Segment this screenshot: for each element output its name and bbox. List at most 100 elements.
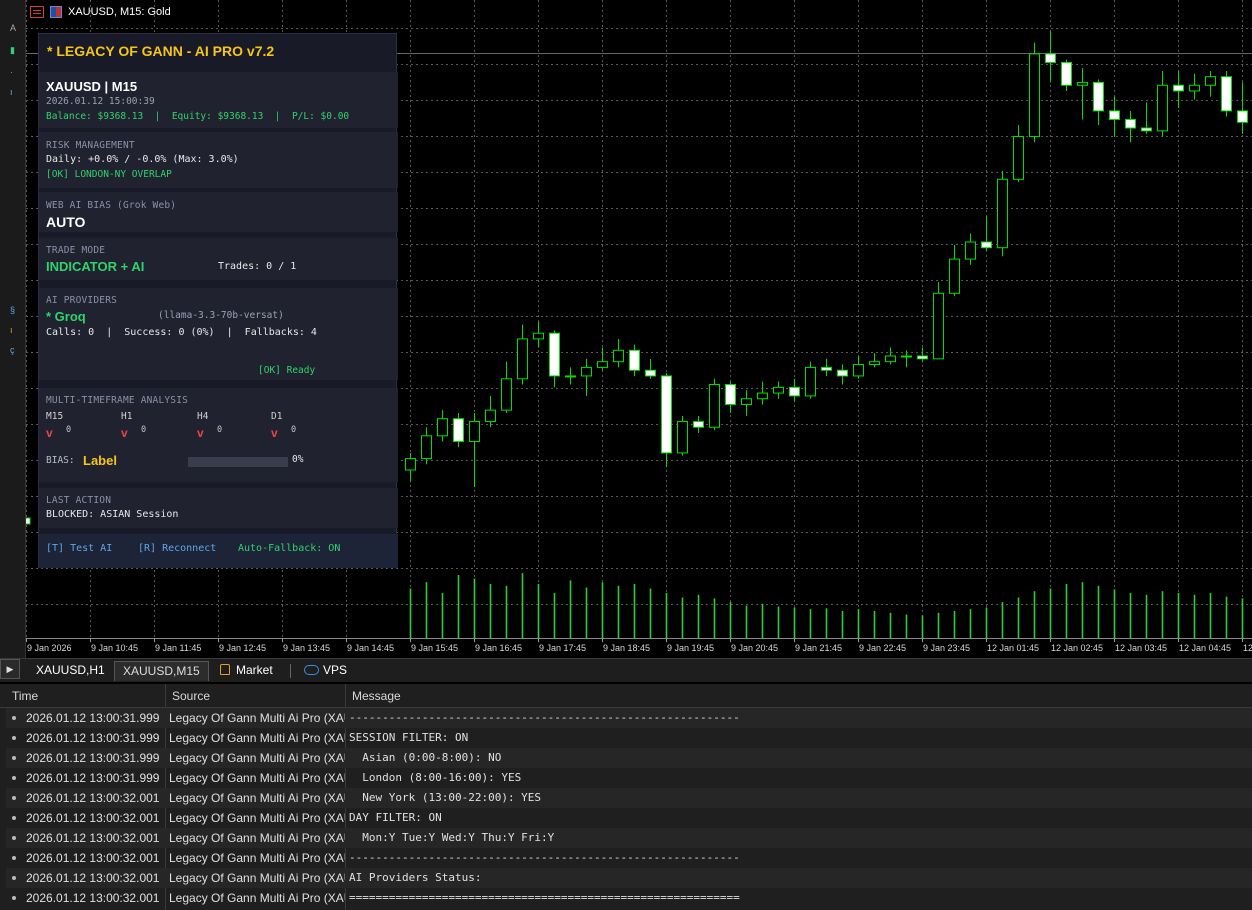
candle-body — [965, 241, 976, 260]
log-message: London (8:00-16:00): YES — [349, 771, 522, 784]
candle-body — [1093, 81, 1104, 112]
reconnect-button[interactable]: [R] Reconnect — [138, 543, 216, 554]
time-label: 9 Jan 20:45 — [731, 643, 778, 653]
candle — [661, 373, 672, 468]
col-time-header[interactable]: Time — [12, 689, 38, 703]
time-label: 12 Jan 04:45 — [1179, 643, 1231, 653]
log-time: 2026.01.12 13:00:31.999 — [26, 751, 160, 765]
candle-body — [1109, 110, 1120, 120]
time-label: 9 Jan 23:45 — [923, 643, 970, 653]
time-label: 9 Jan 15:45 — [411, 643, 458, 653]
log-row[interactable]: 2026.01.12 13:00:32.001 Legacy Of Gann Mu… — [6, 888, 1252, 908]
log-time: 2026.01.12 13:00:32.001 — [26, 791, 160, 805]
candle-body — [1141, 127, 1152, 132]
candle — [581, 358, 592, 396]
mtf-bias-label: BIAS: — [46, 455, 75, 466]
col-source-header[interactable]: Source — [172, 689, 210, 703]
mtf-signal-icon: v — [197, 426, 204, 440]
candle — [677, 415, 688, 456]
provider-model: (llama-3.3-70b-versat) — [158, 310, 284, 321]
candle-body — [517, 338, 528, 380]
candle-body — [645, 369, 656, 377]
candle-body — [421, 435, 432, 460]
nav-marker-icon: ı — [10, 325, 13, 335]
candle-body — [533, 332, 544, 340]
candle — [1029, 42, 1040, 143]
candle — [949, 244, 960, 297]
panel-title: * LEGACY OF GANN - AI PRO v7.2 — [47, 43, 275, 59]
log-source: Legacy Of Gann Multi Ai Pro (XAUUSD,M15) — [169, 791, 345, 805]
bias-label: WEB AI BIAS (Grok Web) — [46, 200, 177, 211]
candle-body — [405, 458, 416, 471]
tab-xauusd-m15[interactable]: XAUUSD,M15 — [114, 661, 209, 681]
time-label: 12 Jan 02:45 — [1051, 643, 1103, 653]
tab-vps[interactable]: VPS — [296, 661, 355, 681]
log-source: Legacy Of Gann Multi Ai Pro (XAUUSD,M15) — [169, 851, 345, 865]
log-source: Legacy Of Gann Multi Ai Pro (XAUUSD,M15) — [169, 831, 345, 845]
log-source: Legacy Of Gann Multi Ai Pro (XAUUSD,M15) — [169, 871, 345, 885]
log-row[interactable]: 2026.01.12 13:00:32.001 Legacy Of Gann Mu… — [6, 828, 1252, 848]
risk-label: RISK MANAGEMENT — [46, 140, 135, 151]
tab-market[interactable]: Market — [212, 661, 281, 681]
log-row[interactable]: 2026.01.12 13:00:32.001 Legacy Of Gann Mu… — [6, 808, 1252, 828]
log-bullet-icon — [12, 896, 16, 900]
candle — [869, 353, 880, 368]
nav-marker-icon: ▮ — [10, 45, 15, 55]
providers-section: AI PROVIDERS * Groq (llama-3.3-70b-versa… — [39, 288, 398, 380]
candle — [805, 361, 816, 399]
candle — [421, 427, 432, 465]
log-message: ----------------------------------------… — [349, 851, 740, 864]
candle — [549, 330, 560, 388]
log-row[interactable]: 2026.01.12 13:00:31.999 Legacy Of Gann Mu… — [6, 728, 1252, 748]
candle-body — [725, 384, 736, 405]
candle-body — [1237, 110, 1248, 123]
mtf-bias-value: Label — [83, 453, 117, 468]
log-bullet-icon — [12, 736, 16, 740]
candle-body — [869, 361, 880, 366]
log-message: New York (13:00-22:00): YES — [349, 791, 542, 804]
provider-status: [OK] Ready — [258, 365, 316, 376]
col-message-header[interactable]: Message — [352, 689, 401, 703]
candle — [597, 347, 608, 371]
log-time: 2026.01.12 13:00:31.999 — [26, 771, 160, 785]
log-time: 2026.01.12 13:00:32.001 — [26, 811, 160, 825]
log-time: 2026.01.12 13:00:32.001 — [26, 891, 160, 905]
candle — [1205, 71, 1216, 97]
candle-body — [853, 364, 864, 377]
log-source: Legacy Of Gann Multi Ai Pro (XAUUSD,M15) — [169, 811, 345, 825]
candle — [1221, 71, 1232, 117]
log-bullet-icon — [12, 876, 16, 880]
candle-body — [997, 178, 1008, 249]
last-action-label: LAST ACTION — [46, 495, 112, 506]
time-label: 9 Jan 17:45 — [539, 643, 586, 653]
log-row[interactable]: 2026.01.12 13:00:31.999 Legacy Of Gann Mu… — [6, 708, 1252, 728]
log-row[interactable]: 2026.01.12 13:00:32.001 Legacy Of Gann Mu… — [6, 788, 1252, 808]
time-label: 9 Jan 22:45 — [859, 643, 906, 653]
log-source: Legacy Of Gann Multi Ai Pro (XAUUSD,M15) — [169, 751, 345, 765]
test-ai-button[interactable]: [T] Test AI — [46, 543, 112, 554]
symbol-flag-icon — [50, 6, 62, 18]
log-row[interactable]: 2026.01.12 13:00:32.001 Legacy Of Gann Mu… — [6, 848, 1252, 868]
log-bullet-icon — [12, 796, 16, 800]
candle-body — [1189, 84, 1200, 92]
candle — [1125, 110, 1136, 143]
nav-marker-icon: · — [10, 67, 13, 77]
candle-body — [709, 384, 720, 428]
tab-scroll-arrow-icon[interactable]: ▶ — [0, 659, 20, 679]
log-row[interactable]: 2026.01.12 13:00:31.999 Legacy Of Gann Mu… — [6, 768, 1252, 788]
mtf-section: MULTI-TIMEFRAME ANALYSIS M15 H1 H4 D1 v … — [39, 388, 398, 482]
mtf-tf-h4: H4 — [197, 411, 209, 422]
log-time: 2026.01.12 13:00:31.999 — [26, 711, 160, 725]
tab-xauusd-h1[interactable]: XAUUSD,H1 — [28, 661, 113, 681]
candle — [709, 378, 720, 431]
ea-dashboard-panel: * LEGACY OF GANN - AI PRO v7.2 XAUUSD | … — [38, 33, 398, 568]
log-row[interactable]: 2026.01.12 13:00:31.999 Legacy Of Gann Mu… — [6, 748, 1252, 768]
candle — [837, 364, 848, 385]
experts-log[interactable]: Time Source Message 2026.01.12 13:00:31.… — [0, 684, 1252, 910]
candle — [789, 378, 800, 402]
log-message: SESSION FILTER: ON — [349, 731, 469, 744]
time-label: 9 Jan 16:45 — [475, 643, 522, 653]
log-row[interactable]: 2026.01.12 13:00:32.001 Legacy Of Gann Mu… — [6, 868, 1252, 888]
candle-body — [1077, 81, 1088, 86]
chart-menu-icon[interactable] — [30, 6, 44, 18]
